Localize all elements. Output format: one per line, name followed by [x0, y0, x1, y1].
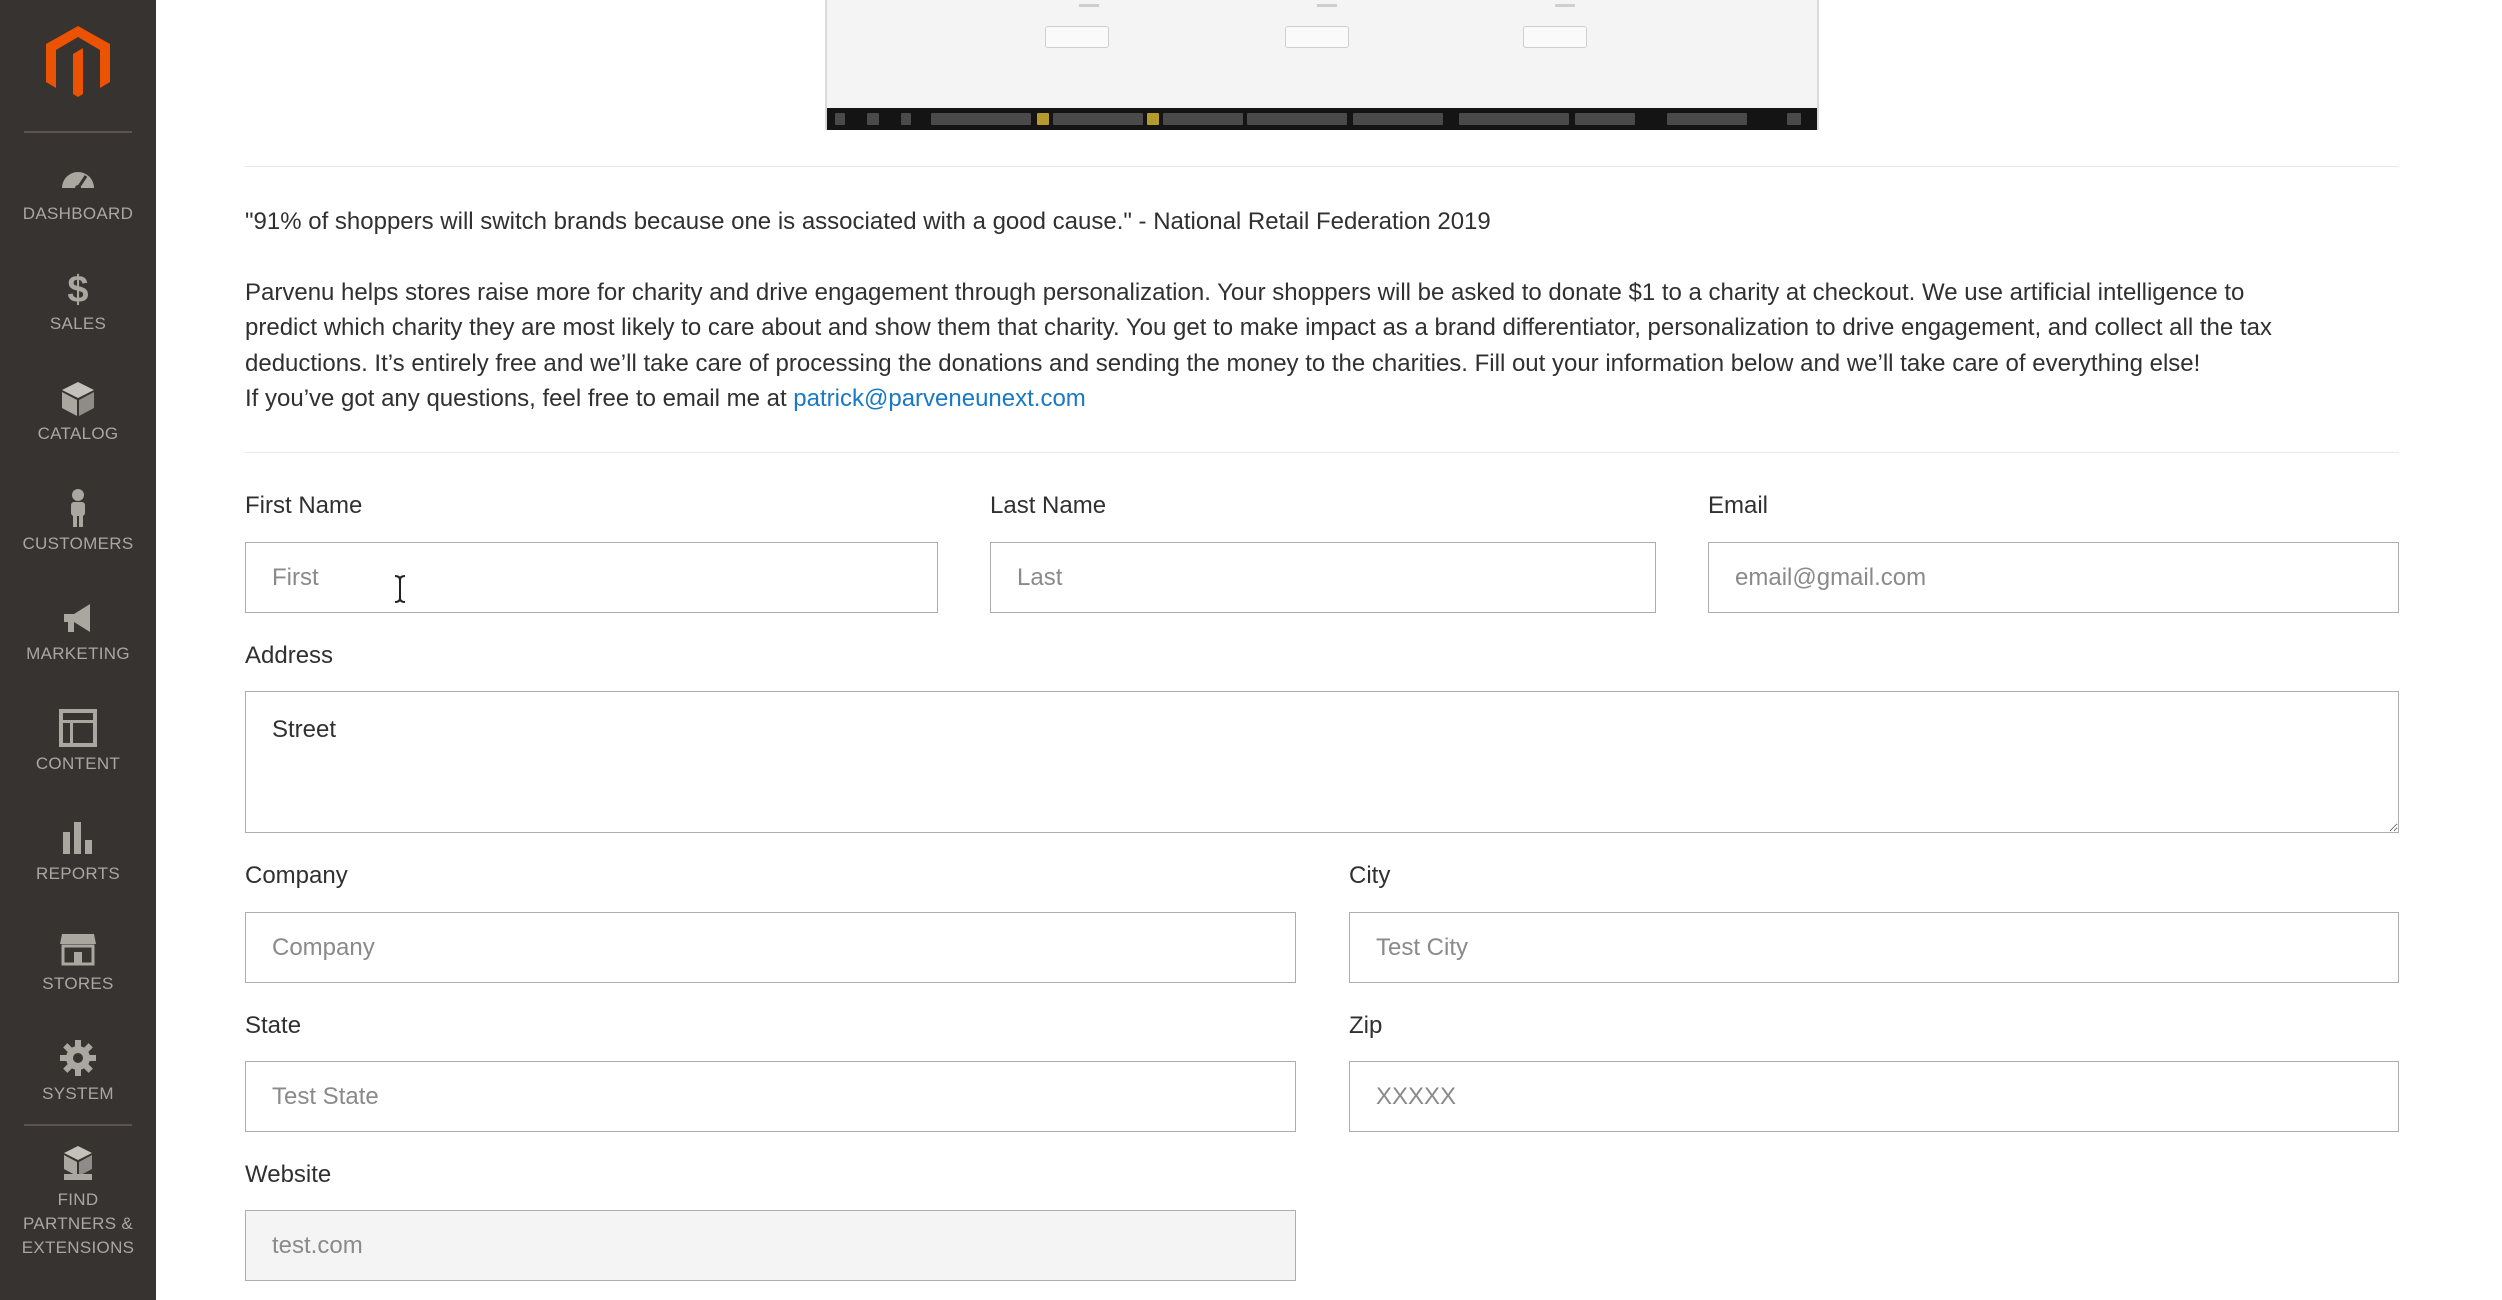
state-input[interactable] [245, 1061, 1296, 1132]
screenshot-detail [1317, 4, 1337, 7]
company-label: Company [245, 862, 348, 889]
sidebar-item-label: CUSTOMERS [22, 534, 134, 553]
gear-icon [60, 1040, 96, 1076]
email-link[interactable]: patrick@parveneunext.com [793, 385, 1086, 412]
box-icon [62, 382, 94, 416]
address-textarea[interactable]: Street [245, 691, 2399, 833]
cubes-icon [64, 1146, 92, 1180]
storefront-icon [60, 934, 96, 966]
sidebar-divider [24, 131, 132, 133]
sidebar-item-label: STORES [42, 974, 114, 993]
sidebar-item-content[interactable]: CONTENT [0, 708, 156, 818]
dollar-icon: $ [67, 269, 88, 308]
state-label: State [245, 1012, 302, 1039]
sidebar-item-sales[interactable]: $ SALES [0, 268, 156, 378]
sidebar-item-label: CONTENT [35, 754, 121, 773]
intro-line-1: Parvenu helps stores raise more for char… [245, 279, 2245, 306]
intro-line-4: If you’ve got any questions, feel free t… [245, 381, 1086, 417]
company-input[interactable] [245, 912, 1296, 983]
city-input[interactable] [1349, 912, 2399, 983]
text-cursor-icon [394, 575, 406, 603]
screenshot-detail [1079, 4, 1099, 7]
sidebar-item-catalog[interactable]: CATALOG [0, 378, 156, 488]
person-icon [71, 489, 85, 527]
sidebar-item-extensions[interactable]: FIND PARTNERS & EXTENSIONS [0, 1144, 156, 1284]
sidebar-item-customers[interactable]: CUSTOMERS [0, 488, 156, 598]
sidebar-item-label: DASHBOARD [22, 204, 134, 223]
main-content: "91% of shoppers will switch brands beca… [156, 0, 2502, 1300]
layout-icon [59, 709, 97, 747]
website-input[interactable] [245, 1210, 1296, 1281]
sidebar-item-label: CATALOG [37, 424, 119, 443]
sidebar-item-label: MARKETING [26, 644, 130, 663]
screenshot-add-to-cart [1285, 26, 1349, 48]
sidebar-item-label-line1: FIND [57, 1190, 99, 1209]
sidebar-item-reports[interactable]: REPORTS [0, 818, 156, 928]
last-name-input[interactable] [990, 542, 1656, 613]
intro-contact-text: If you’ve got any questions, feel free t… [245, 385, 794, 412]
sidebar-item-system[interactable]: SYSTEM [0, 1038, 156, 1148]
sidebar-item-stores[interactable]: STORES [0, 928, 156, 1038]
admin-sidebar: DASHBOARD $ SALES CATALOG CUSTOMERS MARK… [0, 0, 156, 1300]
sidebar-item-label-line2: PARTNERS & [22, 1214, 134, 1233]
screenshot-detail [1555, 4, 1575, 7]
website-label: Website [245, 1161, 332, 1188]
email-input[interactable] [1708, 542, 2399, 613]
sidebar-item-dashboard[interactable]: DASHBOARD [0, 158, 156, 268]
intro-line-3: deductions. It’s entirely free and we’ll… [245, 350, 2201, 377]
sidebar-item-label: SALES [49, 314, 107, 333]
zip-input[interactable] [1349, 1061, 2399, 1132]
divider [245, 452, 2399, 453]
first-name-input[interactable] [245, 542, 938, 613]
last-name-label: Last Name [990, 492, 1107, 519]
address-label: Address [245, 642, 334, 669]
dashboard-gauge-icon [62, 172, 94, 191]
email-label: Email [1708, 492, 1769, 519]
divider [245, 166, 2399, 167]
sidebar-item-label: SYSTEM [42, 1084, 114, 1103]
svg-text:$: $ [67, 269, 88, 308]
screenshot-taskbar [827, 108, 1817, 130]
intro-line-2: predict which charity they are most like… [245, 314, 2272, 341]
screenshot-add-to-cart [1523, 26, 1587, 48]
screenshot-add-to-cart [1045, 26, 1109, 48]
sidebar-item-label: REPORTS [36, 864, 120, 883]
magento-logo[interactable] [44, 24, 112, 100]
sidebar-item-marketing[interactable]: MARKETING [0, 598, 156, 708]
first-name-label: First Name [245, 492, 363, 519]
embedded-screenshot-image [825, 0, 1819, 130]
zip-label: Zip [1349, 1012, 1383, 1039]
quote-text: "91% of shoppers will switch brands beca… [245, 208, 1491, 235]
sidebar-divider [24, 1124, 132, 1126]
megaphone-icon [64, 604, 90, 632]
bar-chart-icon [63, 822, 92, 854]
sidebar-item-label-line3: EXTENSIONS [21, 1238, 135, 1257]
city-label: City [1349, 862, 1391, 889]
